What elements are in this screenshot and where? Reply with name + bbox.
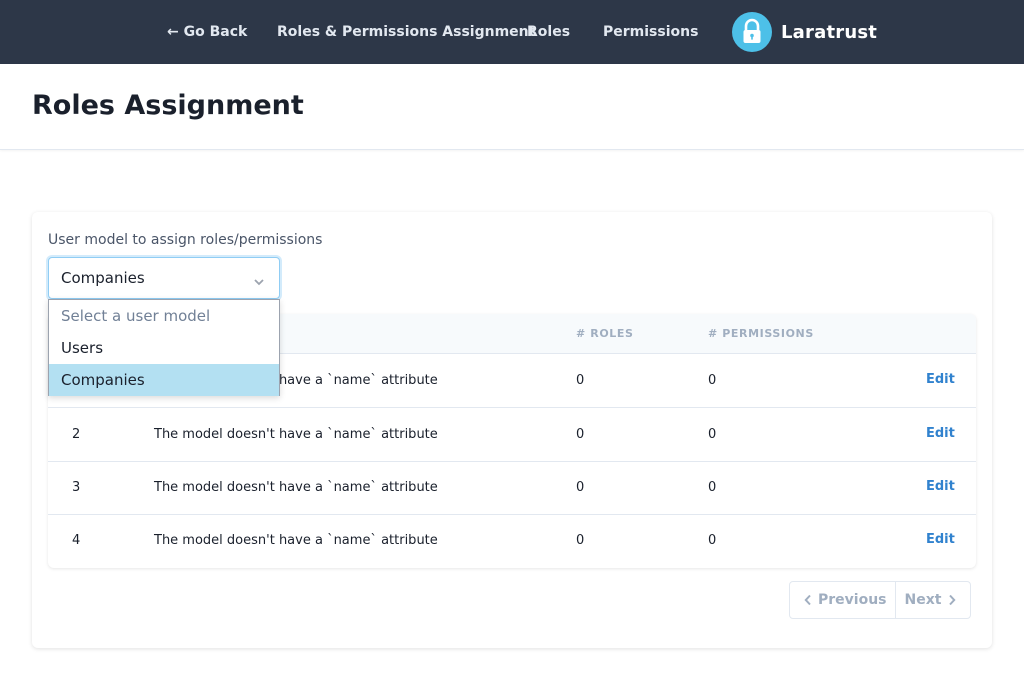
- pagination: Previous Next: [789, 581, 972, 619]
- top-navbar: ← Go Back Roles & Permissions Assignment…: [0, 0, 1024, 64]
- brand[interactable]: Laratrust: [732, 12, 877, 52]
- chevron-right-icon: [948, 594, 957, 606]
- user-model-select[interactable]: Companies: [48, 257, 280, 299]
- assignment-card: User model to assign roles/permissions C…: [32, 212, 992, 648]
- table-row: 4 The model doesn't have a `name` attrib…: [48, 515, 976, 568]
- cell-roles-count: 0: [576, 427, 585, 442]
- cell-id: 3: [72, 480, 81, 495]
- user-model-dropdown: Select a user model Users Companies: [48, 299, 280, 396]
- option-placeholder[interactable]: Select a user model: [49, 300, 279, 332]
- column-header-roles: # ROLES: [576, 327, 634, 340]
- cell-permissions-count: 0: [708, 533, 717, 548]
- chevron-left-icon: [804, 594, 812, 606]
- option-users[interactable]: Users: [49, 332, 279, 364]
- cell-permissions-count: 0: [708, 480, 717, 495]
- user-model-select-value: Companies: [61, 269, 145, 287]
- page-header: Roles Assignment: [0, 64, 1024, 150]
- cell-roles-count: 0: [576, 533, 585, 548]
- previous-label: Previous: [818, 592, 887, 608]
- user-model-label: User model to assign roles/permissions: [48, 232, 323, 248]
- edit-link[interactable]: Edit: [926, 426, 955, 441]
- go-back-link[interactable]: ← Go Back: [167, 0, 247, 64]
- brand-name: Laratrust: [781, 21, 878, 43]
- column-header-permissions: # PERMISSIONS: [708, 327, 814, 340]
- cell-name: The model doesn't have a `name` attribut…: [154, 480, 438, 495]
- edit-link[interactable]: Edit: [926, 372, 955, 387]
- cell-name: The model doesn't have a `name` attribut…: [154, 533, 438, 548]
- nav-permissions[interactable]: Permissions: [603, 0, 698, 64]
- nav-roles[interactable]: Roles: [527, 0, 570, 64]
- table-row: 2 The model doesn't have a `name` attrib…: [48, 409, 976, 462]
- chevron-down-icon: [253, 273, 265, 292]
- edit-link[interactable]: Edit: [926, 532, 955, 547]
- option-companies[interactable]: Companies: [49, 364, 279, 396]
- next-page-button[interactable]: Next: [896, 582, 971, 618]
- cell-name: The model doesn't have a `name` attribut…: [154, 427, 438, 442]
- cell-roles-count: 0: [576, 480, 585, 495]
- page-title: Roles Assignment: [32, 90, 304, 121]
- cell-roles-count: 0: [576, 373, 585, 388]
- table-row: 3 The model doesn't have a `name` attrib…: [48, 462, 976, 515]
- cell-permissions-count: 0: [708, 427, 717, 442]
- cell-id: 4: [72, 533, 81, 548]
- lock-icon: [732, 12, 772, 52]
- cell-id: 2: [72, 427, 81, 442]
- cell-permissions-count: 0: [708, 373, 717, 388]
- edit-link[interactable]: Edit: [926, 479, 955, 494]
- nav-roles-permissions-assignment[interactable]: Roles & Permissions Assignment: [277, 0, 535, 64]
- previous-page-button[interactable]: Previous: [790, 582, 896, 618]
- next-label: Next: [904, 592, 942, 608]
